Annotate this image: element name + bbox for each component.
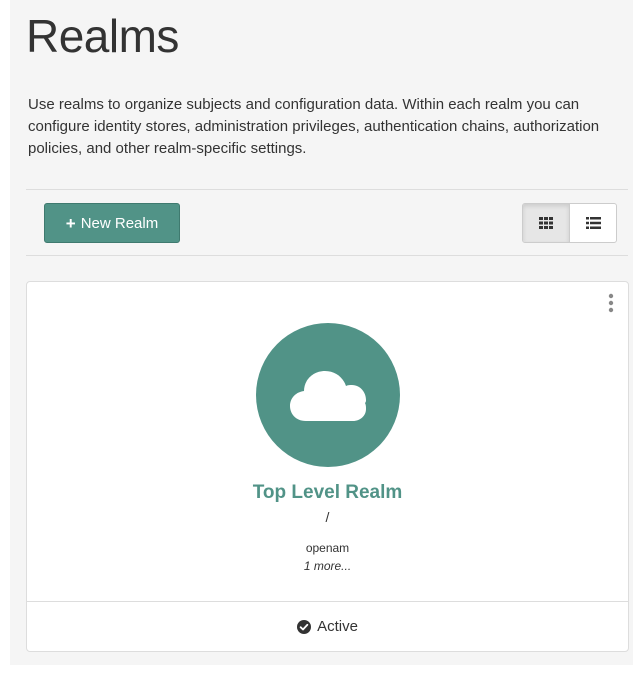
realm-card: Top Level Realm / openam 1 more... Activ…: [26, 281, 629, 652]
new-realm-label: New Realm: [80, 214, 159, 232]
realm-avatar[interactable]: [256, 323, 400, 467]
realm-name-link[interactable]: Top Level Realm: [27, 482, 628, 504]
grid-view-button[interactable]: [523, 204, 570, 242]
view-mode-toggle: [522, 203, 617, 243]
grid-icon: [539, 217, 553, 229]
realm-path: /: [325, 509, 330, 525]
realm-more-aliases: 1 more...: [303, 559, 352, 573]
realms-page: Realms Use realms to organize subjects a…: [10, 0, 633, 665]
list-view-button[interactable]: [570, 204, 616, 242]
status-label: Active: [317, 618, 358, 635]
check-circle-icon: [297, 619, 312, 634]
plus-icon: +: [65, 213, 76, 233]
realm-status: Active: [27, 601, 628, 651]
list-icon: [585, 217, 601, 229]
cloud-icon: [290, 371, 366, 421]
toolbar-divider-top: [26, 189, 628, 190]
toolbar-divider-bottom: [26, 255, 628, 256]
kebab-icon: [608, 293, 614, 313]
new-realm-button[interactable]: + New Realm: [44, 203, 180, 243]
realm-alias: openam: [305, 541, 350, 555]
page-title: Realms: [26, 10, 179, 62]
realm-menu-button[interactable]: [606, 292, 616, 314]
page-description: Use realms to organize subjects and conf…: [28, 96, 600, 157]
